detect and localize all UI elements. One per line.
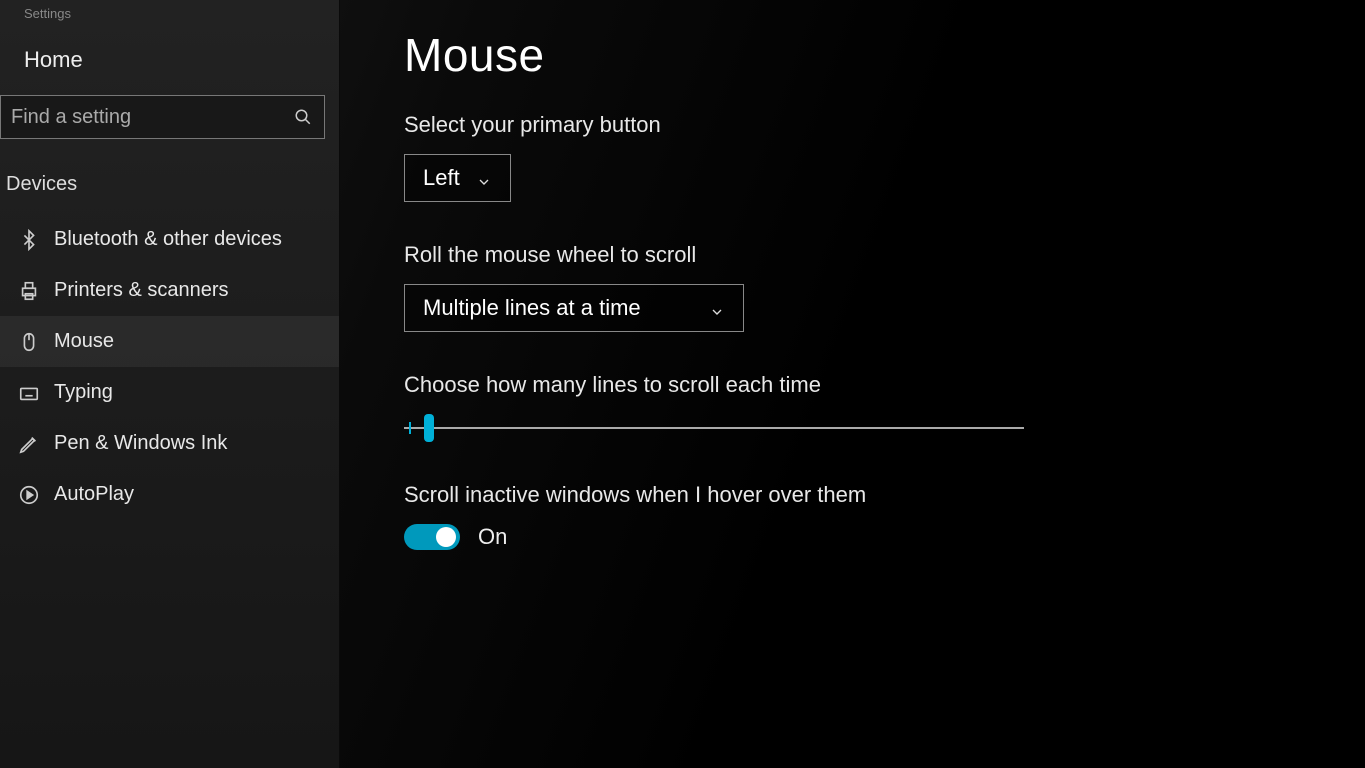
sidebar-nav: Bluetooth & other devices Printers & sca… <box>0 214 339 520</box>
sidebar-category-header: Devices <box>0 163 339 214</box>
sidebar-item-label: Mouse <box>54 330 114 353</box>
main-content: Mouse Select your primary button Left Ro… <box>340 0 1365 768</box>
sidebar-item-label: Bluetooth & other devices <box>54 228 282 251</box>
sidebar-item-pen[interactable]: Pen & Windows Ink <box>0 418 339 469</box>
home-label: Home <box>24 47 83 72</box>
lines-slider[interactable] <box>404 414 1024 442</box>
sidebar: Settings Home Devices Bluetooth & other … <box>0 0 340 768</box>
autoplay-icon <box>18 484 40 506</box>
sidebar-item-label: Typing <box>54 381 113 404</box>
setting-label: Scroll inactive windows when I hover ove… <box>404 482 1365 508</box>
sidebar-item-label: Pen & Windows Ink <box>54 432 227 455</box>
chevron-down-icon <box>476 170 492 186</box>
dropdown-value: Left <box>423 165 460 191</box>
slider-track <box>404 427 1024 429</box>
toggle-knob <box>436 527 456 547</box>
wheel-scroll-dropdown[interactable]: Multiple lines at a time <box>404 284 744 332</box>
home-link[interactable]: Home <box>0 31 339 91</box>
page-title: Mouse <box>404 28 1365 82</box>
sidebar-item-label: Printers & scanners <box>54 279 229 302</box>
search-box[interactable] <box>0 95 325 139</box>
search-icon <box>294 108 312 126</box>
setting-lines-slider: Choose how many lines to scroll each tim… <box>404 372 1365 442</box>
pen-icon <box>18 433 40 455</box>
slider-thumb[interactable] <box>424 414 434 442</box>
sidebar-item-label: AutoPlay <box>54 483 134 506</box>
slider-tick <box>409 422 411 434</box>
sidebar-item-bluetooth[interactable]: Bluetooth & other devices <box>0 214 339 265</box>
setting-primary-button: Select your primary button Left <box>404 112 1365 202</box>
setting-label: Choose how many lines to scroll each tim… <box>404 372 1365 398</box>
sidebar-item-mouse[interactable]: Mouse <box>0 316 339 367</box>
printer-icon <box>18 280 40 302</box>
toggle-state-label: On <box>478 524 507 550</box>
sidebar-item-typing[interactable]: Typing <box>0 367 339 418</box>
dropdown-value: Multiple lines at a time <box>423 295 641 321</box>
setting-wheel-scroll: Roll the mouse wheel to scroll Multiple … <box>404 242 1365 332</box>
setting-label: Roll the mouse wheel to scroll <box>404 242 1365 268</box>
setting-inactive-scroll: Scroll inactive windows when I hover ove… <box>404 482 1365 550</box>
app-title: Settings <box>0 6 339 31</box>
chevron-down-icon <box>709 300 725 316</box>
inactive-scroll-toggle[interactable] <box>404 524 460 550</box>
sidebar-item-autoplay[interactable]: AutoPlay <box>0 469 339 520</box>
toggle-row: On <box>404 524 1365 550</box>
sidebar-item-printers[interactable]: Printers & scanners <box>0 265 339 316</box>
setting-label: Select your primary button <box>404 112 1365 138</box>
search-input[interactable] <box>11 106 294 129</box>
bluetooth-icon <box>18 229 40 251</box>
primary-button-dropdown[interactable]: Left <box>404 154 511 202</box>
settings-window: Settings Home Devices Bluetooth & other … <box>0 0 1365 768</box>
keyboard-icon <box>18 382 40 404</box>
mouse-icon <box>18 331 40 353</box>
